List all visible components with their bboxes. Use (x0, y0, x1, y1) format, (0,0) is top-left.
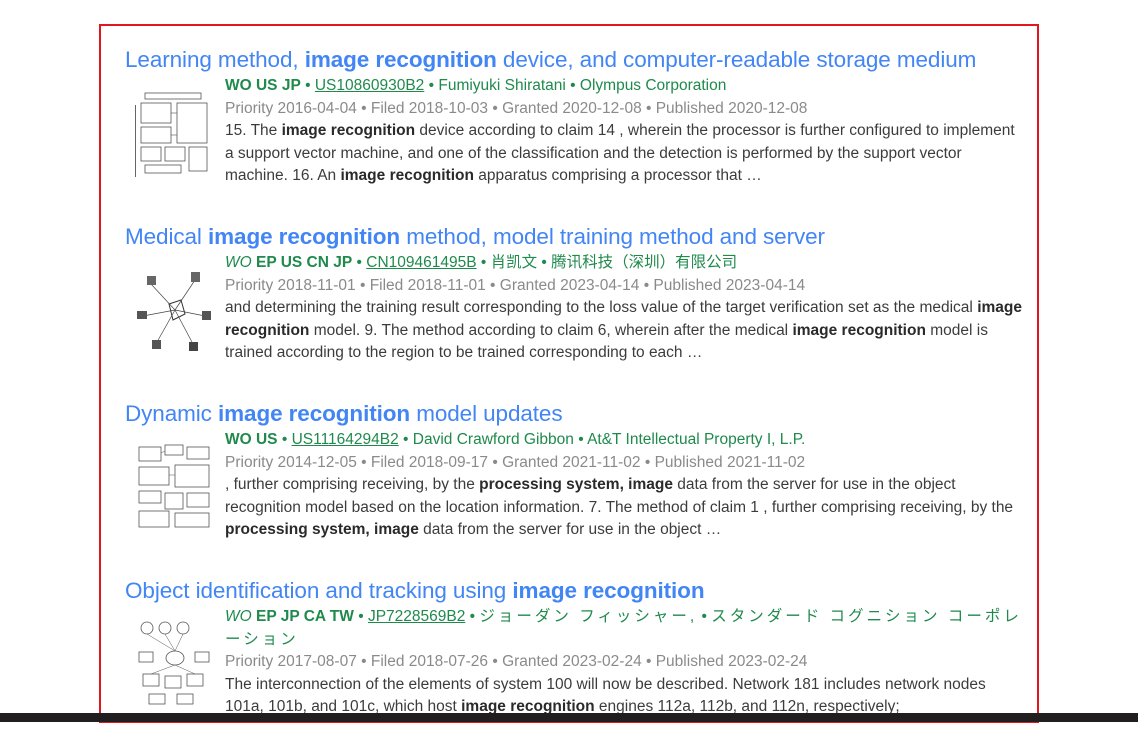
result-meta-line: WO EP JP CA TW • JP7228569B2 • ジョーダン フィッ… (225, 608, 1022, 648)
result-item: Learning method, image recognition devic… (125, 46, 1025, 215)
window-bottom-bar (0, 713, 1138, 722)
result-snippet: 15. The image recognition device accordi… (225, 120, 1025, 188)
result-dates: Priority 2018-11-01 • Filed 2018-11-01 •… (225, 276, 806, 294)
title-text: method, model training method and server (400, 224, 825, 249)
inventor-name: 肖凯文 (490, 254, 538, 271)
title-text: device, and computer-readable storage me… (496, 47, 977, 72)
snippet-text: and determining the training result corr… (225, 299, 978, 316)
result-dates: Priority 2016-04-04 • Filed 2018-10-03 •… (225, 99, 808, 117)
assignee-name: At&T Intellectual Property I, L.P. (587, 431, 806, 448)
result-dates: Priority 2014-12-05 • Filed 2018-09-17 •… (225, 453, 806, 471)
title-highlight: image recognition (512, 578, 705, 603)
country-code-italic: WO (225, 254, 252, 271)
patent-drawing-thumbnail[interactable] (135, 618, 213, 710)
inventor-name: Fumiyuki Shiratani (438, 77, 566, 94)
country-codes: EP US CN JP (256, 254, 353, 271)
snippet-highlight: image recognition (281, 122, 416, 139)
result-item: Medical image recognition method, model … (125, 223, 1025, 392)
title-text: Medical (125, 224, 208, 249)
country-codes: WO US (225, 431, 278, 448)
snippet-text: apparatus comprising a processor that … (473, 167, 762, 184)
snippet-highlight: processing system, image (479, 476, 673, 493)
result-title-link[interactable]: Dynamic image recognition model updates (125, 400, 1025, 428)
country-codes: EP JP CA TW (256, 608, 354, 625)
title-highlight: image recognition (207, 224, 401, 249)
title-highlight: image recognition (217, 401, 411, 426)
country-code-italic: WO (225, 608, 252, 625)
inventor-name: ジョーダン フィッシャー, (479, 608, 698, 625)
result-title-link[interactable]: Medical image recognition method, model … (125, 223, 1025, 251)
result-snippet: The interconnection of the elements of s… (225, 674, 1025, 719)
inventor-name: David Crawford Gibbon (412, 431, 574, 448)
assignee-name: Olympus Corporation (579, 77, 727, 94)
result-item: Object identification and tracking using… (125, 577, 1025, 721)
title-text: Object identification and tracking using (125, 578, 513, 603)
snippet-highlight: image recognition (340, 167, 474, 184)
result-meta-line: WO US JP • US10860930B2 • Fumiyuki Shira… (225, 77, 727, 94)
result-meta-line: WO EP US CN JP • CN109461495B • 肖凯文 • 腾讯… (225, 254, 738, 271)
result-meta-line: WO US • US11164294B2 • David Crawford Gi… (225, 431, 806, 448)
patent-id-link[interactable]: JP7228569B2 (368, 608, 465, 625)
title-text: Dynamic (125, 401, 218, 426)
snippet-text: model. 9. The method according to claim … (309, 321, 793, 339)
result-snippet: and determining the training result corr… (225, 297, 1025, 365)
patent-drawing-thumbnail[interactable] (135, 441, 213, 533)
snippet-text: 15. The (225, 122, 282, 139)
result-title-link[interactable]: Object identification and tracking using… (125, 577, 1025, 605)
snippet-highlight: processing system, image (225, 521, 419, 538)
results-highlight-frame: Learning method, image recognition devic… (99, 24, 1039, 723)
patent-id-link[interactable]: CN109461495B (366, 254, 476, 271)
result-title-link[interactable]: Learning method, image recognition devic… (125, 46, 1025, 74)
result-snippet: , further comprising receiving, by the p… (225, 474, 1025, 542)
country-codes: WO US JP (225, 77, 301, 94)
result-dates: Priority 2017-08-07 • Filed 2018-07-26 •… (225, 653, 808, 670)
patent-id-link[interactable]: US11164294B2 (292, 431, 399, 448)
title-text: Learning method, (125, 47, 305, 72)
title-text: model updates (410, 401, 563, 426)
snippet-text: data from the server for use in the obje… (418, 521, 722, 538)
snippet-text: , further comprising receiving, by the (225, 476, 480, 493)
patent-id-link[interactable]: US10860930B2 (315, 77, 424, 94)
snippet-highlight: image recognition (792, 321, 926, 339)
patent-drawing-thumbnail[interactable] (134, 87, 213, 179)
assignee-name: 腾讯科技（深圳）有限公司 (551, 254, 738, 271)
result-item: Dynamic image recognition model updates (125, 400, 1025, 569)
title-highlight: image recognition (304, 47, 497, 72)
patent-drawing-thumbnail[interactable] (135, 264, 213, 356)
